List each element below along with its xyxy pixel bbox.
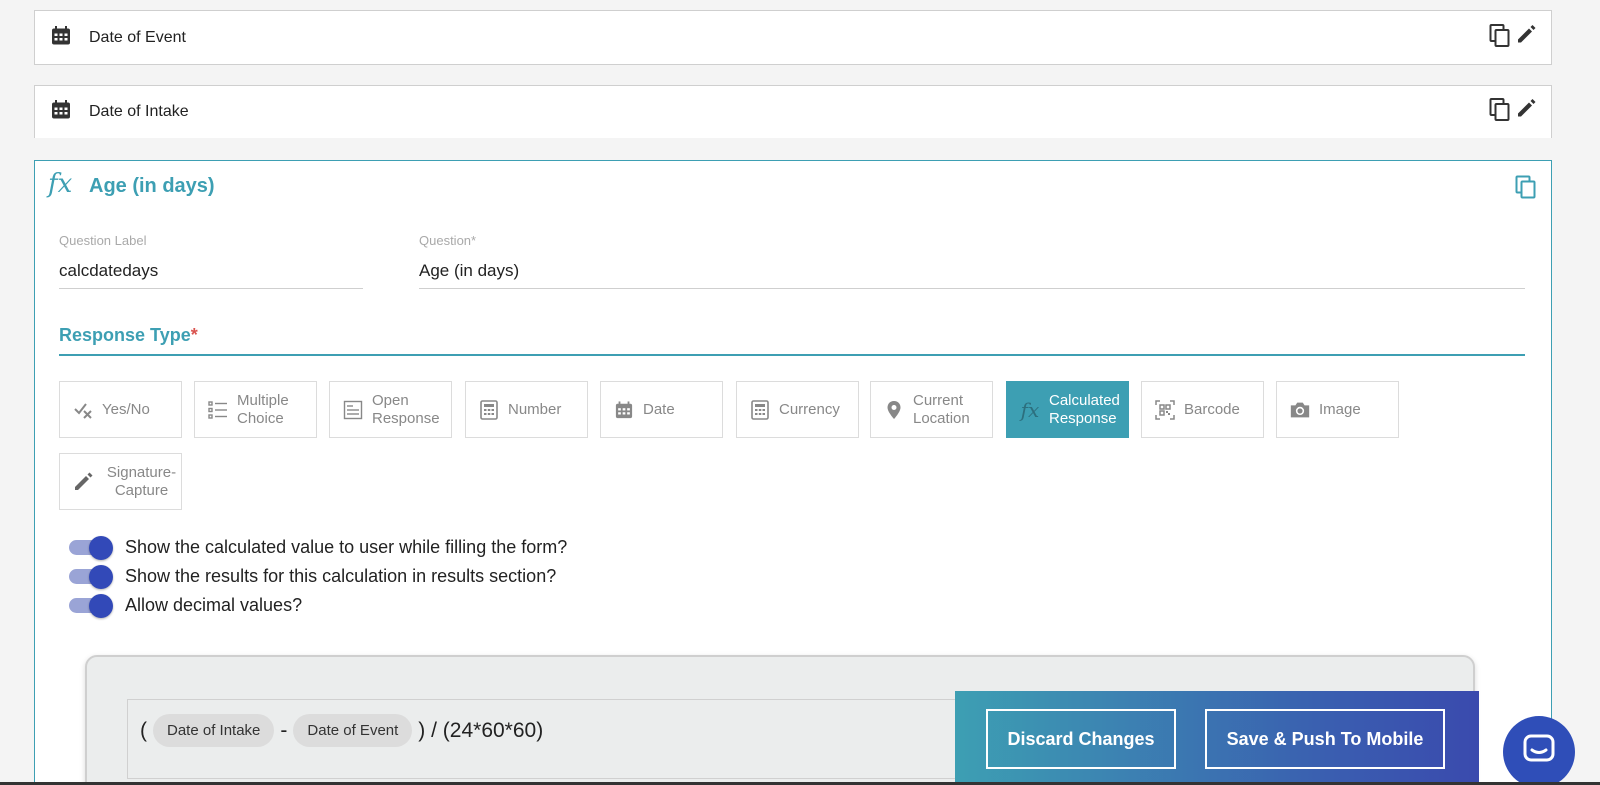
calculator-icon	[749, 399, 771, 420]
calculator-icon	[478, 399, 500, 420]
action-bar: Discard Changes Save & Push To Mobile	[955, 691, 1479, 785]
response-type-currency[interactable]: Currency	[736, 381, 859, 438]
question-row-date-of-intake[interactable]: Date of Intake	[34, 85, 1552, 138]
question-title: Date of Event	[89, 28, 186, 46]
question-row-date-of-event[interactable]: Date of Event	[34, 10, 1552, 65]
formula-tail: ) / (24*60*60)	[418, 718, 544, 742]
response-type-yes-no[interactable]: Yes/No	[59, 381, 182, 438]
calendar-icon	[51, 25, 71, 50]
question-label-field[interactable]: calcdatedays	[59, 261, 363, 289]
calendar-icon	[51, 100, 71, 125]
response-type-open-response[interactable]: Open Response	[329, 381, 452, 438]
question-text-field[interactable]: Age (in days)	[419, 261, 1525, 289]
response-type-signature-capture[interactable]: Signature-Capture	[59, 453, 182, 510]
toggle-row-allow-decimal[interactable]: Allow decimal values?	[69, 594, 303, 618]
save-push-to-mobile-button[interactable]: Save & Push To Mobile	[1205, 709, 1445, 769]
camera-icon	[1289, 400, 1311, 420]
toggle-row-show-results[interactable]: Show the results for this calculation in…	[69, 565, 557, 589]
response-type-image[interactable]: Image	[1276, 381, 1399, 438]
copy-icon[interactable]	[1489, 98, 1511, 127]
formula-operator: -	[280, 718, 288, 742]
response-type-calculated-response[interactable]: fx Calculated Response	[1006, 381, 1129, 438]
toggle-switch[interactable]	[69, 536, 113, 560]
fx-icon: fx	[48, 169, 73, 199]
formula-chip-date-of-event[interactable]: Date of Event	[293, 714, 413, 747]
response-type-multiple-choice[interactable]: Multiple Choice	[194, 381, 317, 438]
response-type-number[interactable]: Number	[465, 381, 588, 438]
list-icon	[207, 400, 229, 420]
question-label-caption: Question Label	[59, 233, 147, 248]
chat-icon	[1522, 733, 1556, 772]
yes-no-icon	[72, 400, 94, 420]
question-title: Date of Intake	[89, 103, 189, 120]
divider	[59, 354, 1525, 356]
toggle-switch[interactable]	[69, 594, 113, 618]
location-pin-icon	[883, 400, 905, 420]
toggle-label: Show the calculated value to user while …	[125, 536, 568, 557]
toggle-label: Allow decimal values?	[125, 594, 303, 615]
response-type-date[interactable]: Date	[600, 381, 723, 438]
calendar-icon	[613, 400, 635, 419]
toggle-label: Show the results for this calculation in…	[125, 565, 557, 586]
copy-icon[interactable]	[1515, 175, 1537, 204]
formula-open-paren: (	[140, 718, 147, 742]
question-caption: Question*	[419, 233, 477, 248]
question-title: Age (in days)	[89, 175, 215, 197]
discard-changes-button[interactable]: Discard Changes	[986, 709, 1176, 769]
form-builder-page: Date of Event Date of Intake fx Age (in	[0, 0, 1600, 785]
response-type-barcode[interactable]: Barcode	[1141, 381, 1264, 438]
pencil-icon	[72, 471, 94, 493]
toggle-row-show-calculated-value[interactable]: Show the calculated value to user while …	[69, 536, 568, 560]
qr-code-icon	[1154, 399, 1176, 420]
chat-launcher-button[interactable]	[1503, 716, 1575, 785]
edit-pencil-icon[interactable]	[1515, 98, 1537, 127]
edit-pencil-icon[interactable]	[1515, 23, 1537, 52]
response-type-heading: Response Type*	[59, 325, 198, 345]
toggle-switch[interactable]	[69, 565, 113, 589]
fx-icon: fx	[1020, 397, 1040, 422]
copy-icon[interactable]	[1489, 23, 1511, 52]
text-block-icon	[342, 400, 364, 420]
formula-chip-date-of-intake[interactable]: Date of Intake	[153, 714, 275, 747]
response-type-current-location[interactable]: Current Location	[870, 381, 993, 438]
